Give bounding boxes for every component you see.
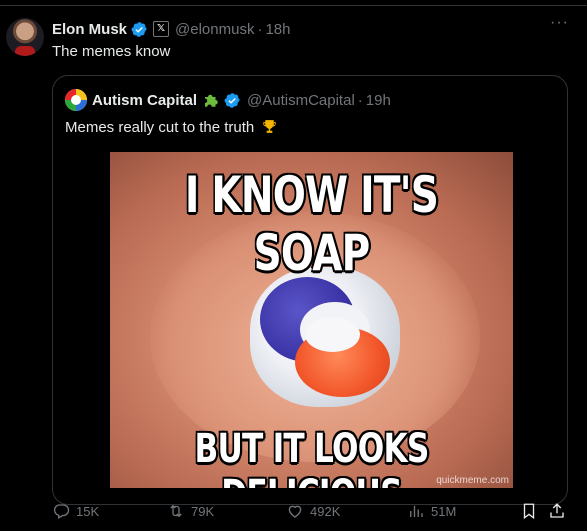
meme-top-text: I KNOW IT'S SOAP	[184, 166, 439, 282]
like-button[interactable]: 492K	[286, 502, 340, 520]
reply-icon	[53, 504, 70, 519]
puzzle-piece-icon	[205, 94, 218, 107]
quoted-tweet-time[interactable]: 19h	[366, 92, 391, 109]
quoted-author-name[interactable]: Autism Capital	[92, 92, 197, 109]
quoted-tweet[interactable]: Autism Capital @AutismCapital · 19h Meme…	[52, 75, 568, 505]
quoted-header-separator: ·	[357, 91, 363, 109]
author-avatar[interactable]	[6, 18, 44, 56]
quoted-author-handle[interactable]: @AutismCapital	[247, 92, 355, 109]
top-divider	[0, 5, 587, 6]
meme-image[interactable]: I KNOW IT'S SOAP BUT IT LOOKS DELICIOUS …	[110, 152, 513, 488]
view-count: 51M	[431, 503, 457, 519]
repost-icon	[170, 504, 182, 518]
repost-count: 79K	[191, 503, 215, 519]
quoted-tweet-text: Memes really cut to the truth	[65, 118, 278, 136]
author-handle[interactable]: @elonmusk	[175, 21, 254, 38]
quoted-verified-badge-icon	[224, 92, 240, 108]
share-icon	[550, 503, 564, 518]
x-affiliation-icon: 𝕏	[153, 21, 170, 37]
reply-button[interactable]: 15K	[52, 502, 99, 520]
quoted-tweet-header: Autism Capital @AutismCapital · 19h	[65, 89, 391, 111]
pod-white-section	[305, 317, 360, 352]
tweet-header: Elon Musk 𝕏 @elonmusk · 18h	[52, 19, 290, 39]
views-button[interactable]: 51M	[407, 502, 456, 520]
bookmark-button[interactable]	[520, 502, 544, 520]
tweet-time[interactable]: 18h	[265, 21, 290, 38]
quoted-tweet-text-content: Memes really cut to the truth	[65, 119, 255, 136]
analytics-icon	[410, 505, 423, 517]
quoted-author-avatar[interactable]	[65, 89, 87, 111]
reply-count: 15K	[76, 503, 100, 519]
meme-bottom-text: BUT IT LOOKS DELICIOUS	[194, 426, 429, 488]
trophy-icon	[263, 120, 277, 133]
header-separator: ·	[257, 20, 263, 38]
tweet-text: The memes know	[52, 43, 171, 60]
meme-watermark: quickmeme.com	[436, 475, 509, 486]
share-button[interactable]	[548, 502, 572, 520]
author-name[interactable]: Elon Musk	[52, 21, 127, 38]
bookmark-icon	[523, 503, 535, 520]
like-count: 492K	[310, 503, 341, 519]
action-bar: 15K 79K 492K 51M	[52, 502, 568, 522]
heart-icon	[288, 505, 302, 518]
more-options-icon[interactable]: ···	[550, 14, 569, 32]
verified-badge-icon	[131, 21, 147, 37]
repost-button[interactable]: 79K	[167, 502, 214, 520]
